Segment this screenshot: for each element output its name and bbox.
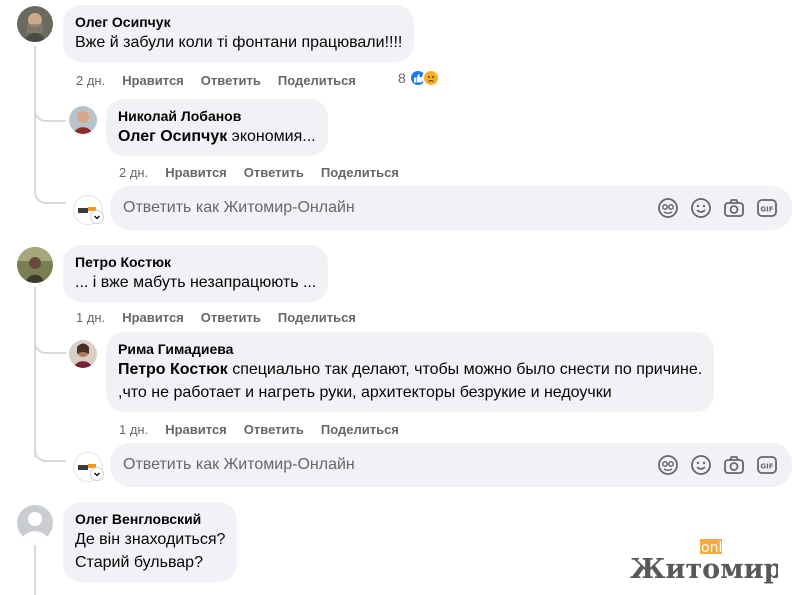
comment-text: Вже й забули коли ті фонтани працювали!!… [75,34,403,51]
emoji-icon[interactable] [688,195,714,221]
like-button[interactable]: Нравится [165,422,227,437]
comment-bubble: Олег Осипчук Вже й забули коли ті фонтан… [63,5,415,62]
mention-link[interactable]: Петро Костюк [118,361,228,378]
reply-button[interactable]: Ответить [201,310,261,325]
reply-button[interactable]: Ответить [244,165,304,180]
avatar-sticker-icon[interactable] [655,452,681,478]
comment-text: Де він знаходиться? [75,531,226,548]
composer-tools: GIF [648,195,792,221]
comment-author[interactable]: Рима Гимадиева [118,340,702,358]
default-avatar[interactable] [17,505,53,541]
thread-connector [34,328,66,354]
thread-connector [34,436,66,462]
share-button[interactable]: Поделиться [278,310,356,325]
comment-time[interactable]: 1 дн. [76,310,105,325]
reply-button[interactable]: Ответить [244,422,304,437]
comment-bubble: Олег Венгловский Де він знаходиться? Ста… [63,502,238,582]
reaction-count: 8 [398,70,406,86]
comment-text: Олег Осипчук экономия... [118,128,316,145]
comment-actions: 1 дн. Нравится Ответить Поделиться [119,420,416,438]
comment-bubble: Петро Костюк ... і вже мабуть незапрацюю… [63,245,329,302]
thread-connector [34,92,66,122]
thread-connector [34,180,66,204]
comment-text: ... і вже мабуть незапрацюють ... [75,274,317,291]
comment-author[interactable]: Николай Лобанов [118,107,316,125]
comment-text-line: Старий бульвар? [75,554,203,571]
reply-composer[interactable]: Ответить как Житомир-Онлайн GIF [110,186,792,230]
like-button[interactable]: Нравится [165,165,227,180]
reply-button[interactable]: Ответить [201,73,261,88]
avatar[interactable] [69,340,97,368]
gif-icon[interactable]: GIF [754,452,780,478]
reply-composer[interactable]: Ответить как Житомир-Онлайн GIF [110,443,792,487]
gif-icon[interactable]: GIF [754,195,780,221]
mention-link[interactable]: Олег Осипчук [118,128,227,145]
share-button[interactable]: Поделиться [321,422,399,437]
emoji-icon[interactable] [688,452,714,478]
reaction-summary[interactable]: 8 [398,69,440,87]
avatar[interactable] [69,106,97,134]
chevron-down-icon[interactable] [90,467,104,481]
reply-bubble: Николай Лобанов Олег Осипчук экономия... [106,99,328,156]
comment-time[interactable]: 1 дн. [119,422,148,437]
comment-author[interactable]: Олег Осипчук [75,13,402,31]
svg-text:GIF: GIF [760,463,773,471]
like-button[interactable]: Нравится [122,310,184,325]
composer-tools: GIF [648,452,792,478]
chevron-down-icon[interactable] [90,210,104,224]
site-watermark-logo: online Житомир [628,538,783,586]
comment-author[interactable]: Олег Венгловский [75,510,225,528]
comment-actions: 2 дн. Нравится Ответить Поделиться [76,71,373,89]
reply-bubble: Рима Гимадиева Петро Костюк специально т… [106,332,715,412]
svg-text:Житомир: Житомир [630,554,778,585]
comment-time[interactable]: 2 дн. [76,73,105,88]
like-button[interactable]: Нравится [122,73,184,88]
svg-text:GIF: GIF [760,206,773,214]
avatar[interactable] [17,6,53,42]
thread-line [34,545,36,595]
sad-icon [421,69,440,87]
comment-text: Петро Костюк специально так делают, чтоб… [118,361,703,378]
comment-text-line: ,что не работает и нагреть руки, архитек… [118,384,612,401]
camera-icon[interactable] [721,452,747,478]
share-button[interactable]: Поделиться [278,73,356,88]
comment-author[interactable]: Петро Костюк [75,253,316,271]
thread-line [34,287,36,457]
comment-actions: 1 дн. Нравится Ответить Поделиться [76,308,373,326]
reply-input[interactable]: Ответить как Житомир-Онлайн [123,456,648,474]
avatar-sticker-icon[interactable] [655,195,681,221]
avatar[interactable] [17,247,53,283]
comment-actions: 2 дн. Нравится Ответить Поделиться [119,163,416,181]
reply-input[interactable]: Ответить как Житомир-Онлайн [123,199,648,217]
share-button[interactable]: Поделиться [321,165,399,180]
camera-icon[interactable] [721,195,747,221]
comment-time[interactable]: 2 дн. [119,165,148,180]
